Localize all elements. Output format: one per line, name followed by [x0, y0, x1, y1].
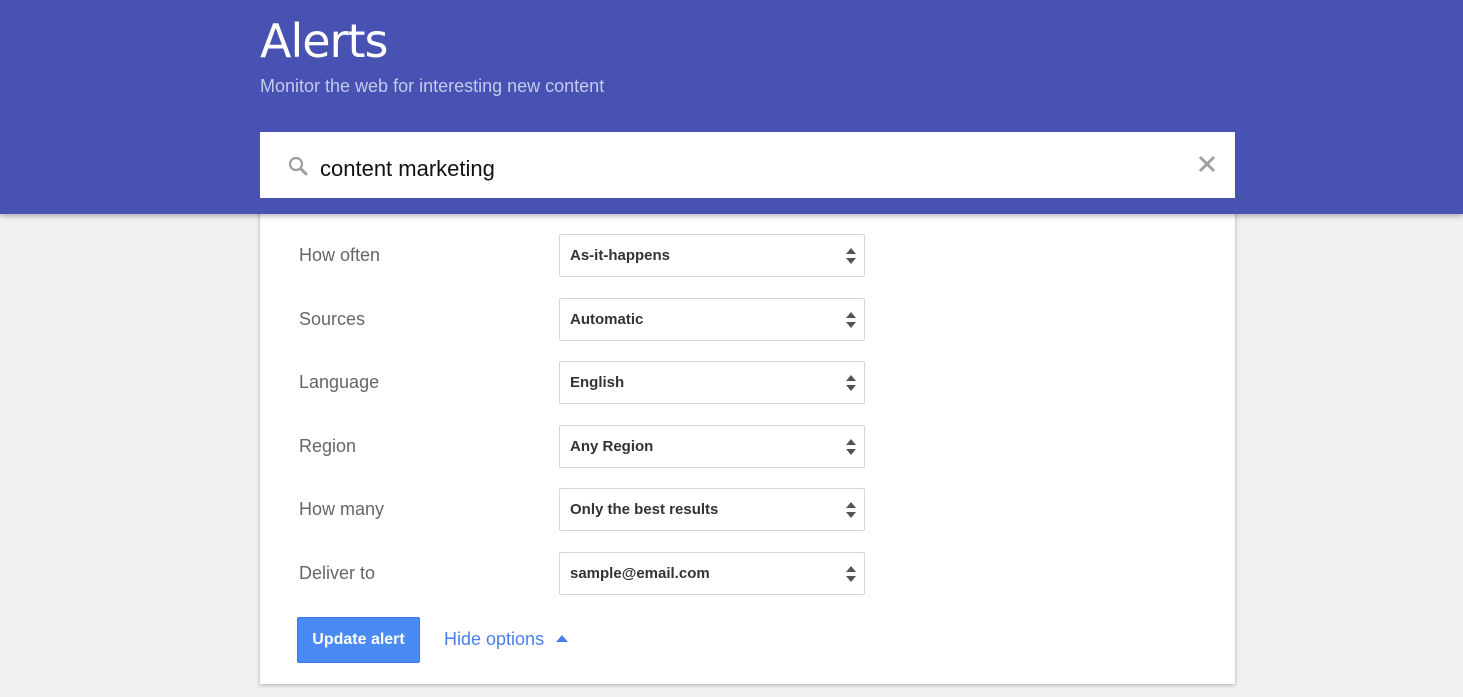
select-value: Automatic	[570, 311, 644, 328]
sources-select[interactable]: Automatic	[559, 298, 865, 341]
hide-options-label: Hide options	[444, 629, 545, 649]
select-value: Only the best results	[570, 501, 719, 518]
select-value: English	[570, 374, 625, 391]
search-input[interactable]: content marketing	[320, 156, 495, 182]
language-select[interactable]: English	[559, 361, 865, 404]
sort-arrows-icon	[846, 566, 856, 582]
deliver-to-select[interactable]: sample@email.com	[559, 552, 865, 595]
options-panel: How often As-it-happens Sources Automati…	[260, 198, 1235, 684]
sort-arrows-icon	[846, 312, 856, 328]
option-label: How many	[299, 499, 385, 519]
option-label: Region	[299, 436, 357, 456]
update-alert-button[interactable]: Update alert	[297, 617, 420, 663]
select-value: As-it-happens	[570, 247, 671, 264]
how-many-select[interactable]: Only the best results	[559, 488, 865, 531]
option-row-sources: Sources Automatic	[260, 298, 1235, 341]
select-value: sample@email.com	[570, 565, 710, 582]
option-label: Deliver to	[299, 563, 376, 583]
option-row-how-often: How often As-it-happens	[260, 234, 1235, 277]
how-often-select[interactable]: As-it-happens	[559, 234, 865, 277]
option-label: How often	[299, 245, 381, 265]
sort-arrows-icon	[846, 248, 856, 264]
option-row-region: Region Any Region	[260, 425, 1235, 468]
region-select[interactable]: Any Region	[559, 425, 865, 468]
page-title: Alerts	[260, 14, 388, 68]
sort-arrows-icon	[846, 375, 856, 391]
select-value: Any Region	[570, 438, 654, 455]
sort-arrows-icon	[846, 439, 856, 455]
option-row-language: Language English	[260, 361, 1235, 404]
option-row-deliver-to: Deliver to sample@email.com	[260, 552, 1235, 595]
hide-options-link[interactable]: Hide options	[444, 629, 569, 650]
search-icon	[288, 156, 308, 176]
caret-up-icon	[556, 635, 569, 642]
sort-arrows-icon	[846, 502, 856, 518]
search-box[interactable]: content marketing	[260, 132, 1235, 198]
page-subtitle: Monitor the web for interesting new cont…	[260, 76, 605, 96]
option-label: Language	[299, 372, 380, 392]
option-row-how-many: How many Only the best results	[260, 488, 1235, 531]
option-label: Sources	[299, 309, 366, 329]
close-icon[interactable]	[1195, 152, 1219, 176]
